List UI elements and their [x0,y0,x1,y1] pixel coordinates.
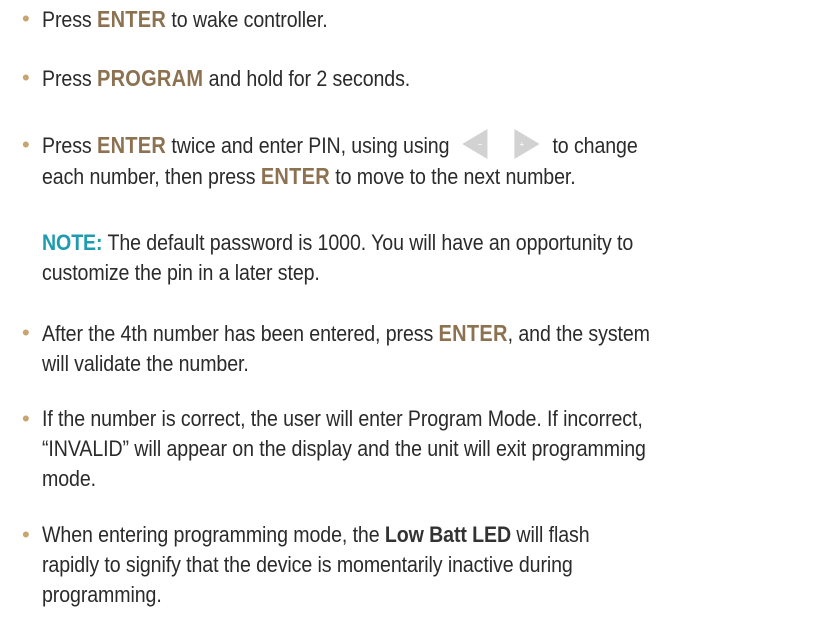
minus-symbol: − [478,139,483,150]
instruction-page: • Press ENTER to wake controller. • Pres… [0,0,814,624]
step-text: After the 4th number has been entered, p… [42,320,650,376]
step-validate: • After the 4th number has been entered,… [22,318,802,379]
right-arrow-plus-icon: + [512,127,542,161]
keyword-enter: ENTER [438,320,508,346]
keyword-enter: ENTER [96,132,167,158]
step-text: If the number is correct, the user will … [42,406,646,491]
bullet: • [22,320,30,345]
step-text: Press ENTER to wake controller. [42,6,328,32]
step-program-mode-result: • If the number is correct, the user wil… [22,404,802,494]
bullet: • [22,522,30,547]
note-block: NOTE: The default password is 1000. You … [42,228,802,288]
keyword-low-batt-led: Low Batt LED [384,522,512,547]
plus-symbol: + [519,139,524,150]
bullet: • [22,132,30,157]
keyword-enter: ENTER [96,6,167,32]
bullet: • [22,6,30,31]
keyword-program: PROGRAM [96,65,204,91]
step-wake-controller: • Press ENTER to wake controller. [22,4,802,35]
keyword-enter: ENTER [260,163,330,190]
step-text: When entering programming mode, the Low … [42,522,590,607]
step-text: Press ENTER twice and enter PIN, using u… [42,127,808,192]
step-text: Press PROGRAM and hold for 2 seconds. [42,65,411,91]
bullet: • [22,65,30,90]
step-enter-pin: • Press ENTER twice and enter PIN, using… [22,129,802,192]
bullet: • [22,406,30,431]
left-arrow-minus-icon: − [460,127,490,161]
step-low-batt-led: • When entering programming mode, the Lo… [22,520,802,610]
note-text: NOTE: The default password is 1000. You … [42,230,634,285]
note-label: NOTE: [42,230,103,255]
step-hold-program: • Press PROGRAM and hold for 2 seconds. [22,63,802,94]
